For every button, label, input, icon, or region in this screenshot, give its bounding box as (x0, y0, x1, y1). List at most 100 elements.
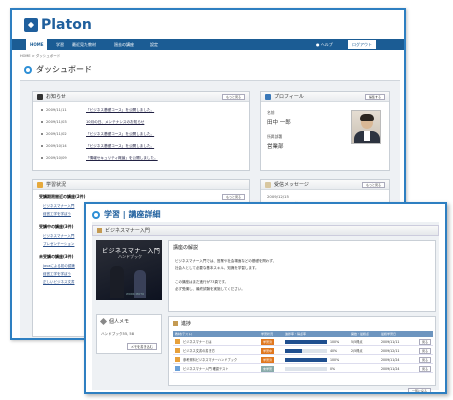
study-more-button[interactable]: もっと見る (221, 194, 245, 200)
material-name: ビジネスマナーとは (183, 340, 212, 344)
last-date: 2009/11/24 (381, 358, 400, 362)
view-button[interactable]: 見る (418, 366, 431, 372)
nav-home[interactable]: HOME (26, 39, 48, 50)
score: 5/5得点 (351, 340, 363, 344)
title-ring-icon (24, 65, 32, 74)
course-link[interactable]: ビジネスマナー入門 (43, 234, 74, 239)
news-title: お知らせ (46, 94, 66, 100)
course-name-bar: ビジネスマナー入門 (92, 225, 439, 236)
nav-settings[interactable]: 設定 (146, 39, 162, 50)
progress-header: 進捗 (173, 320, 191, 327)
bullet-icon (41, 145, 43, 147)
explanation-title: 講座の解説 (173, 245, 199, 251)
explanation-line: 必ず受講し、最終試験を実施してください。 (175, 287, 245, 291)
nav-recent[interactable]: 最近見た教材 (68, 39, 100, 50)
news-text[interactable]: 「情報セキュリティ概論」を公開しました。 (86, 156, 158, 161)
col-material: 教材(テスト) (175, 332, 193, 336)
last-date: 2009/11/24 (381, 367, 400, 371)
write-memo-button[interactable]: メモを書き込む (126, 343, 157, 350)
material-name: ビジネス文書の書き方 (183, 349, 215, 353)
news-item[interactable]: 2009/11/02 「ビジネス基礎コース」を公開しました。 (41, 132, 154, 137)
nav-study[interactable]: 学習 (52, 39, 68, 50)
table-row: ビジネスマナー入門 確認テスト 未学習 0% 2009/11/24 見る (173, 365, 433, 373)
deadline-section-head: 受講期限間近の講座(2件) (39, 194, 86, 199)
news-more-button[interactable]: もっと見る (221, 94, 245, 100)
platon-logo[interactable]: Platon (24, 17, 92, 33)
course-detail-window: 学習 | 講座詳細 ビジネスマナー入門 ビジネスマナー入門 ハンドブック WOR… (84, 202, 447, 394)
course-link[interactable]: 正しいビジネス文書 (43, 280, 75, 285)
news-date: 2009/10/09 (46, 156, 67, 160)
news-item[interactable]: 2009/11/03 10月の日、メンテナンスのお知らせ (41, 120, 144, 125)
logo-text: Platon (41, 17, 92, 33)
news-date: 2009/10/14 (46, 144, 67, 148)
back-to-list-button[interactable]: 一覧に戻る (408, 388, 432, 392)
inbox-more-button[interactable]: もっと見る (361, 182, 385, 188)
message-date: 2009/12/15 (267, 194, 289, 199)
detail-title: 学習 | 講座詳細 (92, 209, 161, 220)
page-title-text: ダッシュボード (36, 65, 92, 74)
news-item[interactable]: 2009/10/14 「ビジネス基礎コース」を公開しました。 (41, 144, 154, 149)
unstarted-section-head: 未受講の講座(3件) (39, 254, 74, 259)
table-row: ビジネス文書の書き方 学習中 40% 2/5得点 2009/12/11 見る (173, 347, 433, 355)
news-item[interactable]: 2009/11/11 「ビジネス基礎コース」を公開しました。 (41, 108, 154, 113)
progress-bar (285, 358, 327, 362)
course-link[interactable]: 経営工学を学ぼう (43, 272, 71, 277)
col-progress: 進捗率・得点率 (285, 332, 307, 336)
news-text[interactable]: 「ビジネス基礎コース」を公開しました。 (86, 132, 154, 137)
logout-button[interactable]: ログアウト (348, 40, 376, 49)
view-button[interactable]: 見る (418, 348, 431, 354)
breadcrumb: HOME > ダッシュボード (20, 54, 61, 58)
news-item[interactable]: 2009/10/09 「情報セキュリティ概論」を公開しました。 (41, 156, 158, 161)
view-button[interactable]: 見る (418, 357, 431, 363)
view-button[interactable]: 見る (418, 339, 431, 345)
nav-past-courses[interactable]: 過去の講座 (110, 39, 138, 50)
profile-icon (265, 93, 271, 100)
profile-panel: プロフィール 編集する 名前 田中 一郎 所属部署 営業部 (260, 91, 390, 171)
ongoing-section-head: 受講中の講座(3件) (39, 224, 74, 229)
news-text[interactable]: 10月の日、メンテナンスのお知らせ (86, 120, 144, 125)
course-link[interactable]: Javaによる初の認識 (43, 264, 75, 269)
news-panel-header: お知らせ (33, 92, 249, 102)
study-panel-header: 学習状況 (33, 180, 249, 190)
course-link[interactable]: ビジネスマナー入門 (43, 204, 74, 209)
course-link[interactable]: プレゼンテーション (43, 242, 74, 247)
explanation-line: 社会人として必要な基本スキル、知識を学習します。 (175, 266, 259, 270)
table-row: ビジネスマナーとは 学習済 100% 5/5得点 2009/11/11 見る (173, 338, 433, 346)
pencil-icon (173, 321, 178, 326)
explanation-line: ビジネスマナー入門では、営業や社会場面などの基礎を問わず、 (175, 259, 277, 263)
progress-fill (285, 358, 327, 362)
course-link[interactable]: 経営工学を学ぼう (43, 212, 71, 217)
news-text[interactable]: 「ビジネス基礎コース」を公開しました。 (86, 144, 154, 149)
help-link[interactable]: ● ヘルプ (312, 39, 337, 50)
info-icon (37, 93, 43, 100)
avatar (351, 110, 381, 144)
news-panel: お知らせ もっと見る 2009/11/11 「ビジネス基礎コース」を公開しました。… (32, 91, 250, 171)
bullet-icon (41, 121, 43, 123)
progress-bar (285, 349, 327, 353)
memo-text: ハンドブック55, 58 (101, 332, 134, 336)
pencil-icon (97, 228, 102, 233)
file-icon (175, 339, 180, 344)
col-last-date: 最終学習日 (381, 332, 397, 336)
bullet-icon (41, 109, 43, 111)
last-date: 2009/11/11 (381, 340, 400, 344)
main-nav: HOME 学習 最近見た教材 過去の講座 設定 ● ヘルプ ログアウト (12, 39, 404, 50)
progress-table-header: 教材(テスト) 学習状況 進捗率・得点率 開始・最終点 最終学習日 (173, 331, 433, 337)
file-icon (175, 357, 180, 362)
table-row: 参考資料ビジネスマナーハンドブック 学習済 100% 2009/11/24 見る (173, 356, 433, 364)
study-title: 学習状況 (46, 182, 67, 188)
status-badge: 学習済 (261, 339, 275, 345)
inbox-title: 受信メッセージ (274, 182, 309, 188)
col-status: 学習状況 (261, 332, 274, 336)
name-label: 名前 (267, 110, 275, 115)
course-explanation-panel: 講座の解説 ビジネスマナー入門では、営業や社会場面などの基礎を問わず、 社会人と… (168, 240, 436, 312)
profile-edit-button[interactable]: 編集する (364, 94, 385, 100)
memo-title: 個人メモ (109, 319, 130, 325)
last-date: 2009/12/11 (381, 349, 400, 353)
news-text[interactable]: 「ビジネス基礎コース」を公開しました。 (86, 108, 154, 113)
status-badge: 学習中 (261, 348, 275, 354)
status-badge: 未学習 (261, 366, 275, 372)
test-icon (175, 366, 180, 371)
progress-title: 進捗 (181, 321, 192, 327)
dept-label: 所属部署 (267, 134, 283, 139)
